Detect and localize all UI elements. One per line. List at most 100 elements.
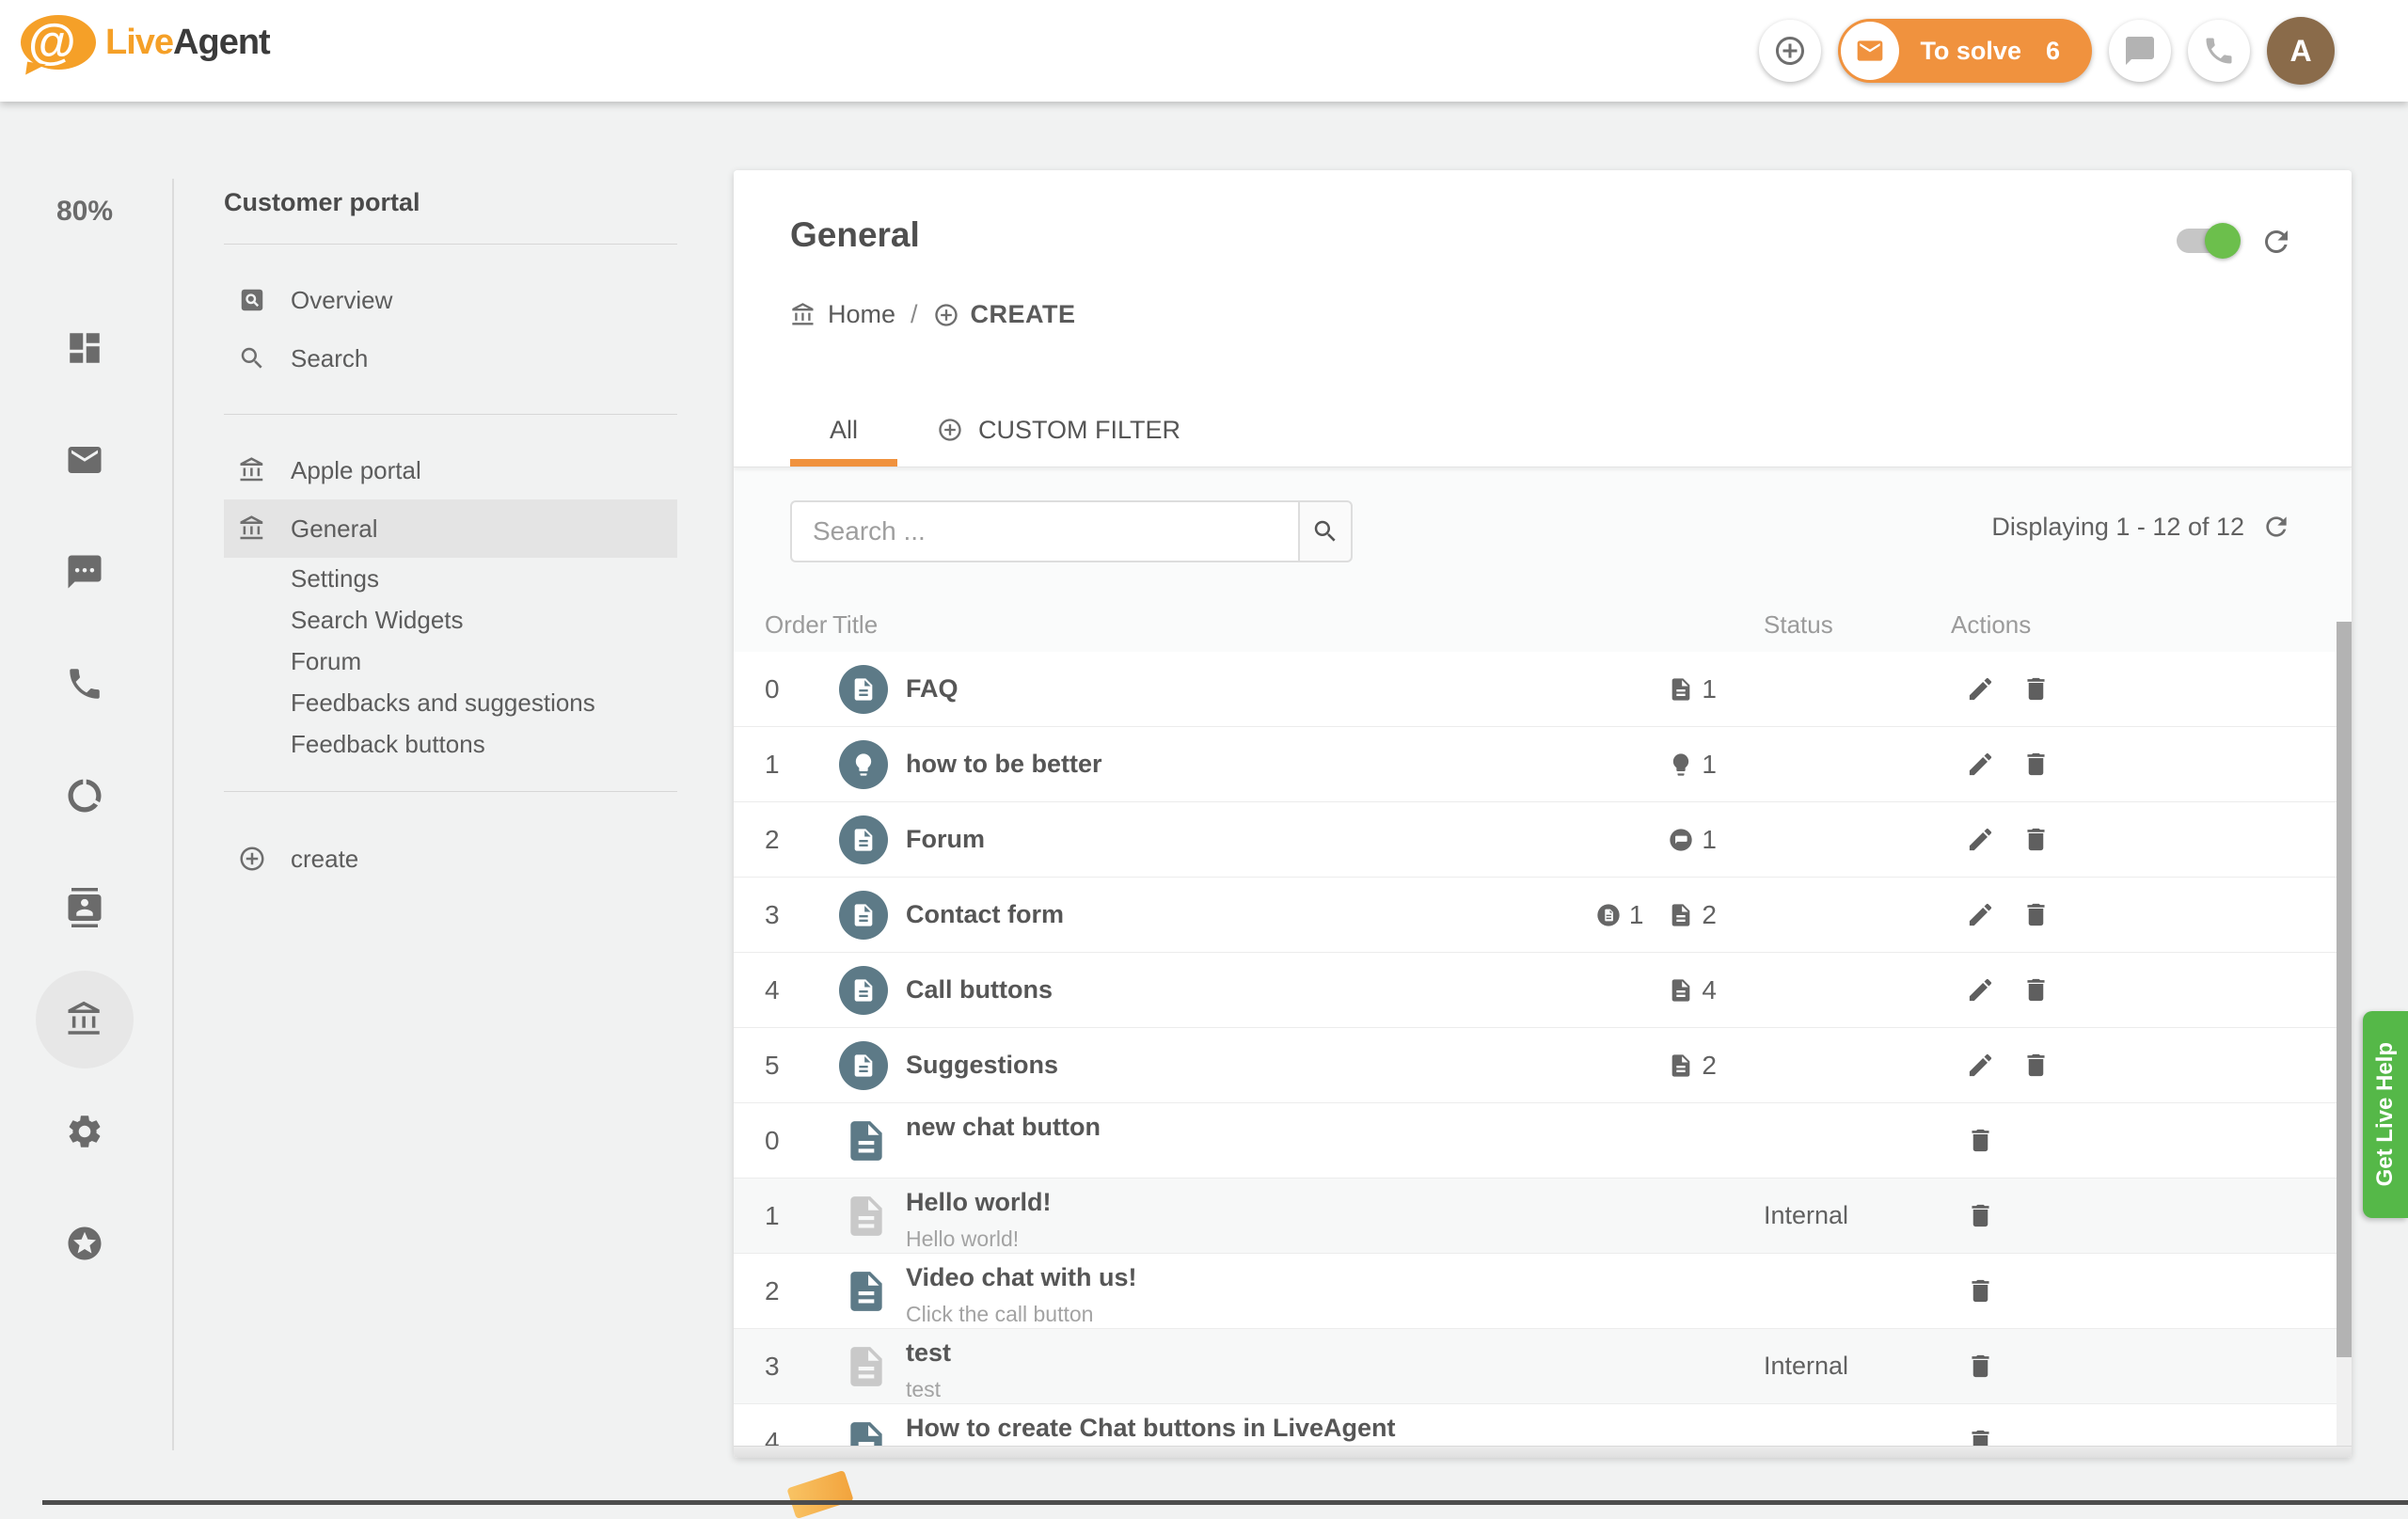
- row-title-link[interactable]: test: [906, 1338, 951, 1368]
- document-icon: [850, 827, 877, 853]
- edit-pencil-icon[interactable]: [1966, 900, 1995, 929]
- liveagent-logo[interactable]: @ LiveAgent: [21, 15, 270, 70]
- rail-item-calls[interactable]: [0, 627, 169, 739]
- row-counts: 4: [1668, 953, 1717, 1027]
- scrollbar-thumb[interactable]: [2337, 622, 2352, 1357]
- nav-item-overview[interactable]: Overview: [224, 271, 677, 329]
- row-type-badge: [839, 891, 888, 940]
- delete-trash-icon[interactable]: [1966, 1201, 1995, 1230]
- status-badge: Internal: [1764, 1329, 1848, 1403]
- vertical-scrollbar[interactable]: [2337, 622, 2352, 1446]
- table-row[interactable]: 1Hello world!Hello world!Internal: [734, 1179, 2337, 1254]
- breadcrumb-create[interactable]: CREATE: [971, 300, 1076, 329]
- calls-button[interactable]: [2188, 20, 2250, 82]
- row-title-link[interactable]: Video chat with us!: [906, 1263, 1137, 1292]
- nav-item-feedback-buttons[interactable]: Feedback buttons: [224, 723, 677, 765]
- user-avatar[interactable]: A: [2267, 17, 2335, 85]
- delete-trash-icon[interactable]: [2021, 900, 2051, 929]
- get-live-help-button[interactable]: Get Live Help: [2363, 1011, 2408, 1218]
- count-article: 2: [1668, 1051, 1717, 1081]
- search-button[interactable]: [1298, 500, 1353, 562]
- portal-enabled-toggle[interactable]: [2177, 229, 2235, 253]
- delete-trash-icon[interactable]: [2021, 750, 2051, 779]
- row-actions: [1966, 652, 2051, 726]
- column-status: Status: [1764, 610, 1833, 640]
- edit-pencil-icon[interactable]: [1966, 750, 1995, 779]
- rail-item-configuration[interactable]: [0, 1075, 169, 1187]
- table-row[interactable]: 0FAQ1: [734, 652, 2337, 727]
- row-title-link[interactable]: Contact form: [906, 900, 1064, 929]
- plus-circle-icon: [1773, 34, 1807, 68]
- nav-item-feedbacks-and-suggestions[interactable]: Feedbacks and suggestions: [224, 682, 677, 723]
- delete-trash-icon[interactable]: [1966, 1352, 1995, 1381]
- row-order: 0: [765, 1103, 780, 1178]
- row-title-link[interactable]: How to create Chat buttons in LiveAgent: [906, 1414, 1396, 1443]
- delete-trash-icon[interactable]: [2021, 674, 2051, 704]
- count-value: 2: [1702, 1051, 1717, 1081]
- count-value: 1: [1702, 674, 1717, 704]
- page-title: General: [790, 215, 920, 255]
- count-doc-circle: 1: [1595, 900, 1644, 930]
- breadcrumb-home[interactable]: Home: [828, 300, 895, 329]
- document-icon: [850, 676, 877, 703]
- bank-icon: [238, 456, 266, 484]
- row-title-link[interactable]: how to be better: [906, 750, 1102, 779]
- rail-item-tickets[interactable]: [0, 403, 169, 515]
- decoration-pencil: [786, 1470, 853, 1519]
- count-article: 2: [1668, 900, 1717, 930]
- edit-pencil-icon[interactable]: [1966, 825, 1995, 854]
- refresh-icon[interactable]: [2259, 225, 2293, 259]
- rail-item-customer-portal[interactable]: [0, 963, 169, 1075]
- edit-pencil-icon[interactable]: [1966, 1051, 1995, 1080]
- table-row[interactable]: 3testtestInternal: [734, 1329, 2337, 1404]
- nav-item-create[interactable]: create: [224, 830, 677, 888]
- delete-trash-icon[interactable]: [1966, 1276, 1995, 1305]
- row-title-link[interactable]: Suggestions: [906, 1051, 1058, 1080]
- table-row[interactable]: 4Call buttons4: [734, 953, 2337, 1028]
- nav-item-search[interactable]: Search: [224, 329, 677, 388]
- nav-item-search-widgets[interactable]: Search Widgets: [224, 599, 677, 641]
- table-row[interactable]: 1how to be better1: [734, 727, 2337, 802]
- row-title-link[interactable]: Call buttons: [906, 975, 1053, 1005]
- tab-all[interactable]: All: [790, 393, 897, 467]
- nav-item-apple-portal[interactable]: Apple portal: [224, 441, 677, 499]
- chats-button[interactable]: [2109, 20, 2171, 82]
- table-row[interactable]: 0 new chat button: [734, 1103, 2337, 1179]
- delete-trash-icon[interactable]: [1966, 1126, 1995, 1155]
- add-new-button[interactable]: [1759, 20, 1821, 82]
- rail-item-customers[interactable]: [0, 851, 169, 963]
- rail-item-dashboard[interactable]: [0, 292, 169, 403]
- to-solve-button[interactable]: To solve 6: [1838, 19, 2092, 83]
- delete-trash-icon[interactable]: [2021, 975, 2051, 1005]
- delete-trash-icon[interactable]: [2021, 1051, 2051, 1080]
- table-row[interactable]: 3Contact form12: [734, 878, 2337, 953]
- row-title-link[interactable]: new chat button: [906, 1113, 1101, 1142]
- edit-pencil-icon[interactable]: [1966, 975, 1995, 1005]
- count-value: 4: [1702, 975, 1717, 1005]
- table-row[interactable]: 2Video chat with us!Click the call butto…: [734, 1254, 2337, 1329]
- star-circle-icon: [65, 1224, 104, 1263]
- row-title-link[interactable]: Forum: [906, 825, 985, 854]
- table-row[interactable]: 2Forum1: [734, 802, 2337, 878]
- nav-item-general[interactable]: General: [224, 499, 677, 558]
- horizontal-scrollbar[interactable]: [734, 1446, 2352, 1458]
- delete-trash-icon[interactable]: [2021, 825, 2051, 854]
- row-title-link[interactable]: Hello world!: [906, 1188, 1052, 1217]
- rail-item-reports[interactable]: [0, 739, 169, 851]
- row-actions: [1966, 1329, 1995, 1403]
- nav-item-label: Feedbacks and suggestions: [291, 688, 595, 718]
- list-refresh-icon[interactable]: [2261, 512, 2291, 542]
- nav-item-settings[interactable]: Settings: [224, 558, 677, 599]
- search-input[interactable]: [790, 500, 1298, 562]
- row-actions: [1966, 1254, 1995, 1328]
- edit-pencil-icon[interactable]: [1966, 674, 1995, 704]
- filter-tabs: AllCUSTOM FILTER: [790, 393, 1220, 467]
- row-title-link[interactable]: FAQ: [906, 674, 958, 704]
- tab-custom-filter[interactable]: CUSTOM FILTER: [897, 393, 1220, 467]
- article-sheet-icon: [843, 1339, 890, 1394]
- rail-item-chats[interactable]: [0, 515, 169, 627]
- row-counts: 1: [1668, 802, 1717, 877]
- nav-item-forum[interactable]: Forum: [224, 641, 677, 682]
- rail-item-upgrade[interactable]: [0, 1187, 169, 1299]
- table-row[interactable]: 5Suggestions2: [734, 1028, 2337, 1103]
